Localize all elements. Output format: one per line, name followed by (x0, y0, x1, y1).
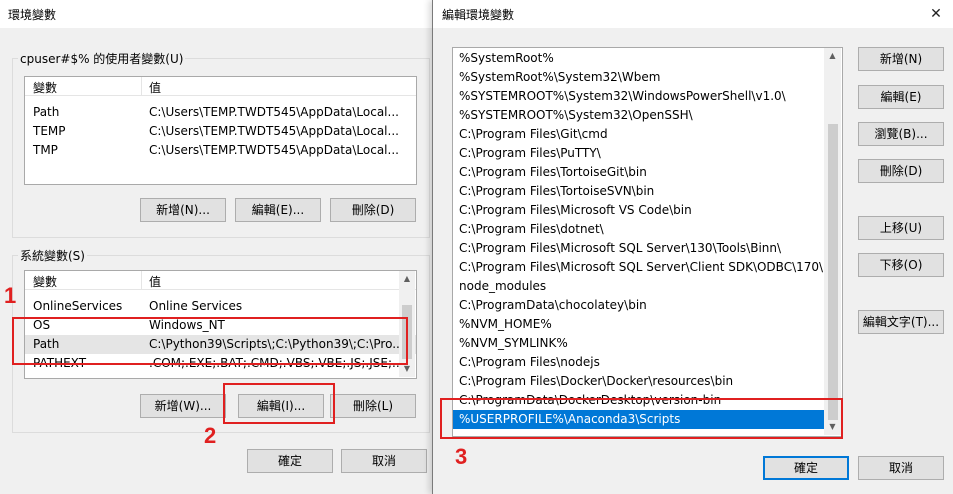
variable-value: C:\Users\TEMP.TWDT545\AppData\Local... (149, 124, 399, 138)
path-entry[interactable]: node_modules (453, 277, 833, 296)
path-entry-text: C:\Program Files\dotnet\ (459, 222, 604, 236)
path-entry-text: C:\Program Files\Docker\Docker\resources… (459, 374, 734, 388)
path-entry[interactable]: C:\Program Files\Microsoft SQL Server\13… (453, 239, 833, 258)
path-entry-text: C:\Program Files\Git\cmd (459, 127, 608, 141)
variable-value: C:\Users\TEMP.TWDT545\AppData\Local... (149, 105, 399, 119)
ok-button[interactable]: 確定 (763, 456, 849, 480)
path-entry-text: node_modules (459, 279, 547, 293)
variable-value: Online Services (149, 299, 243, 313)
path-entry-text: %SYSTEMROOT%\System32\WindowsPowerShell\… (459, 89, 786, 103)
highlight-box-selected-entry (440, 398, 843, 439)
path-entry-text: C:\Program Files\PuTTY\ (459, 146, 601, 160)
path-entry[interactable]: C:\Program Files\Microsoft VS Code\bin (453, 201, 833, 220)
path-entry[interactable]: C:\Program Files\TortoiseSVN\bin (453, 182, 833, 201)
cancel-button[interactable]: 取消 (858, 456, 944, 480)
user-variables-label: cpuser#$% 的使用者變數(U) (18, 50, 186, 67)
list-header: 變數 值 (25, 271, 416, 290)
annotation-number-3: 3 (455, 444, 468, 469)
scroll-up-icon[interactable]: ▲ (824, 48, 841, 64)
path-entry-text: C:\Program Files\Microsoft SQL Server\13… (459, 241, 782, 255)
path-entry-text: %SYSTEMROOT%\System32\OpenSSH\ (459, 108, 693, 122)
column-variable[interactable]: 變數 (33, 273, 57, 290)
path-entry[interactable]: C:\Program Files\PuTTY\ (453, 144, 833, 163)
path-entry[interactable]: C:\ProgramData\chocolatey\bin (453, 296, 833, 315)
column-value[interactable]: 值 (149, 79, 161, 96)
edit-environment-variable-dialog: 編輯環境變數 ✕ %SystemRoot% %SystemRoot%\System… (432, 0, 953, 494)
variable-name: TEMP (33, 124, 66, 138)
path-entry[interactable]: %SystemRoot% (453, 49, 833, 68)
user-variables-list[interactable]: 變數 值 Path C:\Users\TEMP.TWDT545\AppData\… (24, 76, 417, 185)
delete-button[interactable]: 刪除(D) (858, 159, 944, 183)
table-row[interactable]: OnlineServices Online Services (25, 297, 416, 316)
path-entry-text: %SystemRoot% (459, 51, 554, 65)
path-entry[interactable]: C:\Program Files\dotnet\ (453, 220, 833, 239)
path-entry[interactable]: C:\Program Files\nodejs (453, 353, 833, 372)
table-row[interactable]: TEMP C:\Users\TEMP.TWDT545\AppData\Local… (25, 122, 416, 141)
path-entry-text: %NVM_HOME% (459, 317, 552, 331)
cancel-button[interactable]: 取消 (341, 449, 427, 473)
dialog-title: 編輯環境變數 (442, 8, 515, 22)
path-entry[interactable]: C:\Program Files\Microsoft SQL Server\Cl… (453, 258, 835, 277)
user-edit-button[interactable]: 編輯(E)... (235, 198, 321, 222)
path-entry[interactable]: %NVM_HOME% (453, 315, 833, 334)
column-value[interactable]: 值 (149, 273, 161, 290)
system-new-button[interactable]: 新增(W)... (140, 394, 226, 418)
path-entries-list[interactable]: %SystemRoot% %SystemRoot%\System32\Wbem %S… (452, 47, 843, 437)
path-entry[interactable]: %SystemRoot%\System32\Wbem (453, 68, 833, 87)
highlight-box-edit-button (223, 383, 335, 424)
move-up-button[interactable]: 上移(U) (858, 216, 944, 240)
annotation-number-2: 2 (204, 423, 217, 448)
user-new-button[interactable]: 新增(N)... (140, 198, 226, 222)
path-entry[interactable]: %NVM_SYMLINK% (453, 334, 833, 353)
variable-name: Path (33, 105, 60, 119)
annotation-number-1: 1 (4, 283, 17, 308)
variable-value: C:\Users\TEMP.TWDT545\AppData\Local... (149, 143, 399, 157)
path-entry-text: %SystemRoot%\System32\Wbem (459, 70, 661, 84)
browse-button[interactable]: 瀏覽(B)... (858, 122, 944, 146)
table-row[interactable]: Path C:\Users\TEMP.TWDT545\AppData\Local… (25, 103, 416, 122)
dialog-title: 環境變數 (8, 8, 57, 22)
ok-button[interactable]: 確定 (247, 449, 333, 473)
system-variables-label: 系統變數(S) (18, 247, 87, 264)
new-button[interactable]: 新增(N) (858, 47, 944, 71)
column-variable[interactable]: 變數 (33, 79, 57, 96)
path-entry-text: C:\Program Files\TortoiseGit\bin (459, 165, 647, 179)
path-entry[interactable]: %SYSTEMROOT%\System32\OpenSSH\ (453, 106, 833, 125)
title-bar: 環境變數 (0, 0, 432, 28)
environment-variables-dialog: 環境變數 cpuser#$% 的使用者變數(U) 變數 值 Path C:\Us… (0, 0, 432, 494)
path-entry-text: %NVM_SYMLINK% (459, 336, 568, 350)
path-entry-text: C:\Program Files\Microsoft VS Code\bin (459, 203, 692, 217)
scroll-thumb[interactable] (828, 124, 838, 420)
system-delete-button[interactable]: 刪除(L) (330, 394, 416, 418)
user-delete-button[interactable]: 刪除(D) (330, 198, 416, 222)
path-entry[interactable]: %SYSTEMROOT%\System32\WindowsPowerShell\… (453, 87, 833, 106)
list-header: 變數 值 (25, 77, 416, 96)
path-entry-text: C:\Program Files\TortoiseSVN\bin (459, 184, 655, 198)
title-bar: 編輯環境變數 ✕ (433, 0, 953, 28)
variable-name: OnlineServices (33, 299, 123, 313)
variable-name: TMP (33, 143, 58, 157)
scroll-up-icon[interactable]: ▲ (399, 271, 415, 287)
path-entry-text: C:\ProgramData\chocolatey\bin (459, 298, 647, 312)
path-entry-text: C:\Program Files\nodejs (459, 355, 600, 369)
path-entry[interactable]: C:\Program Files\Docker\Docker\resources… (453, 372, 833, 391)
edit-text-button[interactable]: 編輯文字(T)... (858, 310, 944, 334)
edit-button[interactable]: 編輯(E) (858, 85, 944, 109)
table-row[interactable]: TMP C:\Users\TEMP.TWDT545\AppData\Local.… (25, 141, 416, 160)
close-icon[interactable]: ✕ (926, 4, 946, 24)
path-entry-text: C:\Program Files\Microsoft SQL Server\Cl… (459, 260, 835, 274)
path-entry[interactable]: C:\Program Files\Git\cmd (453, 125, 833, 144)
move-down-button[interactable]: 下移(O) (858, 253, 944, 277)
path-entry[interactable]: C:\Program Files\TortoiseGit\bin (453, 163, 833, 182)
highlight-box-os-path (12, 317, 408, 365)
vertical-scrollbar[interactable]: ▲ ▼ (824, 48, 841, 435)
